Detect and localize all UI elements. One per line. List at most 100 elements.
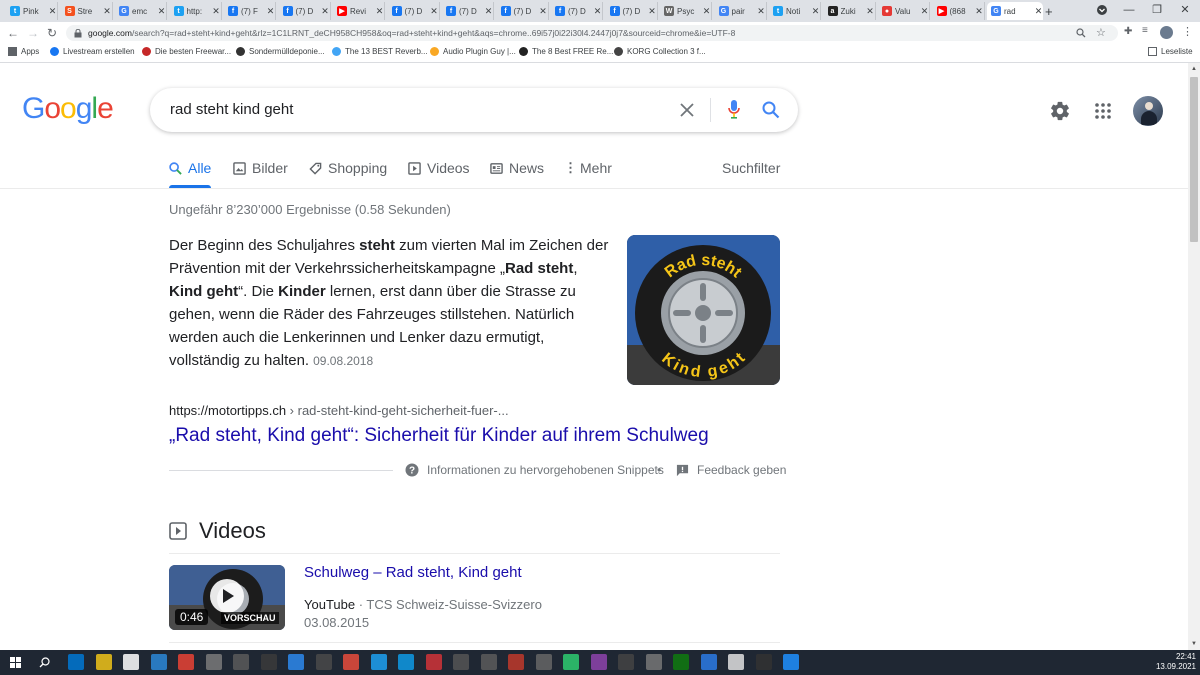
close-window-icon[interactable]: ✕ — [1171, 0, 1199, 20]
bookmark-item[interactable]: The 8 Best FREE Re... — [519, 47, 613, 56]
page-scrollbar[interactable]: ▲ ▼ — [1188, 63, 1200, 650]
tab-close-icon[interactable]: ✕ — [920, 6, 929, 17]
featured-snippet-image[interactable]: Rad steht Kind geht — [627, 235, 780, 385]
scroll-up-icon[interactable]: ▲ — [1191, 66, 1197, 72]
app-icon[interactable] — [700, 654, 717, 670]
browser-tab[interactable]: f (7) F ✕ — [224, 2, 276, 20]
app-icon[interactable] — [563, 654, 579, 670]
browser-tab[interactable]: f (7) D ✕ — [388, 2, 440, 20]
browser-tab[interactable]: ● Valu ✕ — [878, 2, 930, 20]
file-explorer-icon[interactable] — [95, 654, 112, 670]
tab-close-icon[interactable]: ✕ — [321, 6, 330, 17]
profile-avatar[interactable] — [1160, 26, 1173, 39]
app-icon[interactable] — [453, 654, 469, 670]
app-icon[interactable] — [233, 654, 249, 670]
play-button[interactable] — [210, 579, 244, 613]
app-icon[interactable] — [535, 654, 552, 670]
settings-gear-icon[interactable] — [1049, 100, 1071, 122]
tab-close-icon[interactable]: ✕ — [1034, 6, 1043, 17]
browser-tab[interactable]: a Zuki ✕ — [824, 2, 876, 20]
extensions-icon[interactable]: ✚ — [1124, 26, 1132, 37]
tab-close-icon[interactable]: ✕ — [212, 6, 221, 17]
app-icon[interactable] — [480, 654, 497, 670]
wechat-icon[interactable] — [673, 654, 689, 670]
microphone-icon[interactable] — [728, 100, 740, 120]
back-arrow-icon[interactable]: ← — [6, 26, 20, 40]
edge-icon[interactable] — [68, 654, 84, 670]
result-url[interactable]: https://motortipps.ch › rad-steht-kind-g… — [169, 403, 509, 418]
tab-videos[interactable]: Videos — [408, 160, 470, 176]
skype-icon[interactable] — [398, 654, 414, 670]
tab-close-icon[interactable]: ✕ — [539, 6, 548, 17]
bookmark-item[interactable]: Sondermülldeponie... — [236, 47, 325, 56]
app-icon[interactable] — [205, 654, 222, 670]
windows-start-icon[interactable] — [10, 657, 21, 668]
tab-search-icon[interactable] — [1088, 0, 1116, 20]
chrome-icon[interactable] — [178, 654, 194, 670]
app-icon[interactable] — [260, 654, 277, 670]
tab-close-icon[interactable]: ✕ — [975, 6, 984, 17]
browser-tab[interactable]: ▶ (868 ✕ — [933, 2, 985, 20]
browser-tab[interactable]: Gpair ✕ — [715, 2, 767, 20]
scrollbar-thumb[interactable] — [1190, 77, 1198, 242]
terminal-icon[interactable] — [755, 654, 772, 670]
browser-menu-icon[interactable]: ⋮ — [1182, 25, 1193, 38]
bookmark-item[interactable]: KORG Collection 3 f... — [614, 47, 706, 56]
browser-tab[interactable]: f (7) D ✕ — [279, 2, 331, 20]
bookmark-item[interactable]: Audio Plugin Guy |... — [430, 47, 516, 56]
clear-icon[interactable] — [680, 103, 694, 117]
search-box[interactable]: rad steht kind geht — [150, 88, 798, 132]
browser-tab[interactable]: t Noti ✕ — [769, 2, 821, 20]
tab-close-icon[interactable]: ✕ — [266, 6, 275, 17]
mail-icon[interactable] — [150, 654, 167, 670]
app-icon[interactable] — [508, 654, 524, 670]
tab-more[interactable]: ⋮ Mehr — [564, 160, 612, 176]
store-icon[interactable] — [123, 654, 139, 670]
browser-tab[interactable]: t Pink ✕ — [6, 2, 58, 20]
address-bar[interactable]: google.com/search?q=rad+steht+kind+geht&… — [66, 25, 1118, 41]
tab-close-icon[interactable]: ✕ — [757, 6, 766, 17]
tab-images[interactable]: Bilder — [233, 160, 288, 176]
app-icon[interactable] — [645, 654, 662, 670]
reload-icon[interactable]: ↻ — [45, 26, 59, 40]
tab-all[interactable]: Alle — [169, 160, 211, 176]
apps-shortcut[interactable]: Apps — [8, 47, 39, 56]
google-logo[interactable]: Google — [22, 92, 114, 126]
forward-arrow-icon[interactable]: → — [26, 26, 40, 40]
browser-tab[interactable]: f (7) D ✕ — [497, 2, 549, 20]
browser-tab[interactable]: t http: ✕ — [170, 2, 222, 20]
tab-close-icon[interactable]: ✕ — [48, 6, 57, 17]
tab-news[interactable]: News — [490, 160, 544, 176]
tab-close-icon[interactable]: ✕ — [648, 6, 657, 17]
tab-shopping[interactable]: Shopping — [309, 160, 387, 176]
browser-tab[interactable]: f (7) D ✕ — [442, 2, 494, 20]
bookmark-item[interactable]: Livestream erstellen — [50, 47, 135, 56]
restore-icon[interactable]: ❐ — [1143, 0, 1171, 20]
app-icon[interactable] — [590, 654, 607, 670]
browser-tab[interactable]: W Psyc ✕ — [660, 2, 712, 20]
snippet-info-link[interactable]: ? Informationen zu hervorgehobenen Snipp… — [405, 463, 664, 477]
browser-tab[interactable]: ▶ Revi ✕ — [333, 2, 385, 20]
search-filter-button[interactable]: Suchfilter — [722, 160, 780, 176]
tab-close-icon[interactable]: ✕ — [702, 6, 711, 17]
app-icon[interactable] — [343, 654, 359, 670]
search-input[interactable]: rad steht kind geht — [170, 101, 293, 118]
telegram-icon[interactable] — [370, 654, 387, 670]
video-title-link[interactable]: Schulweg – Rad steht, Kind geht — [304, 564, 522, 581]
zoom-icon[interactable] — [1076, 28, 1086, 38]
media-control-icon[interactable]: ≡ — [1142, 25, 1148, 36]
new-tab-icon[interactable]: + — [1045, 4, 1053, 19]
app-icon[interactable] — [728, 654, 744, 670]
browser-tab[interactable]: f (7) D ✕ — [606, 2, 658, 20]
tab-close-icon[interactable]: ✕ — [157, 6, 166, 17]
taskbar-search-icon[interactable] — [39, 657, 50, 668]
system-clock[interactable]: 22:41 13.09.2021 — [1156, 652, 1196, 672]
tab-close-icon[interactable]: ✕ — [430, 6, 439, 17]
app-icon[interactable] — [618, 654, 634, 670]
search-icon[interactable] — [762, 101, 780, 119]
browser-tab[interactable]: Gemc ✕ — [115, 2, 167, 20]
tab-close-icon[interactable]: ✕ — [811, 6, 820, 17]
browser-tab[interactable]: Grad ✕ — [987, 2, 1043, 20]
apps-grid-icon[interactable] — [1095, 103, 1111, 119]
bookmark-star-icon[interactable]: ☆ — [1096, 25, 1106, 41]
